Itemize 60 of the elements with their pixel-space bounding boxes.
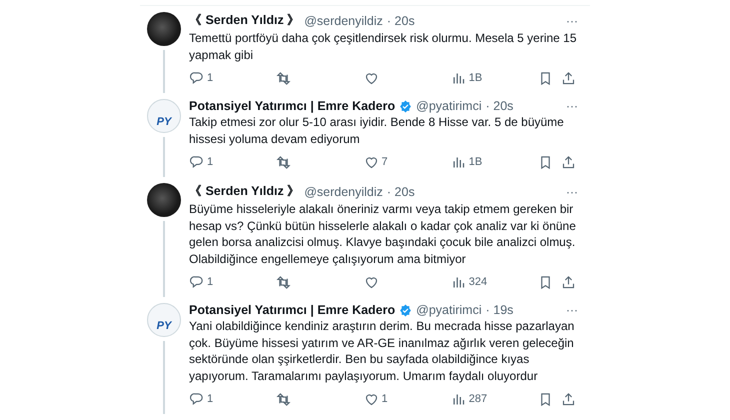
views-icon[interactable] (450, 392, 466, 406)
author-name[interactable]: 《 Serden Yıldız 》 (189, 183, 300, 200)
avatar-photo[interactable] (147, 12, 181, 46)
like-icon[interactable] (364, 70, 378, 86)
reply-icon[interactable] (189, 392, 204, 406)
reply-icon[interactable] (189, 274, 204, 290)
bookmark-icon[interactable] (538, 70, 553, 86)
post-time[interactable]: · 20s (386, 14, 415, 28)
like-icon[interactable] (364, 392, 378, 406)
post-time[interactable]: · 20s (386, 184, 415, 198)
like-icon[interactable] (364, 274, 378, 290)
view-count: 324 (468, 276, 488, 288)
repost-icon[interactable] (276, 392, 292, 406)
bookmark-icon[interactable] (538, 392, 553, 406)
repost-icon[interactable] (276, 154, 292, 170)
reply-icon[interactable] (189, 70, 204, 86)
view-count: 1B (468, 156, 482, 168)
author-name[interactable]: Potansiyel Yatırımcı | Emre Kadero (189, 303, 396, 317)
views-icon[interactable] (450, 70, 466, 86)
like-icon[interactable] (364, 154, 378, 170)
author-name[interactable]: Potansiyel Yatırımcı | Emre Kadero (189, 99, 396, 113)
post-time[interactable]: · 20s (486, 99, 514, 113)
avatar-text: PY (156, 116, 172, 128)
bookmark-icon[interactable] (538, 274, 553, 290)
more-options-button[interactable]: ··· (566, 99, 578, 113)
view-count: 287 (468, 393, 488, 405)
post-text: Yani olabildiğince kendiniz araştırın derim. Bu mecrada hisse pazarlayan çok. Büyüme hissesi yatırım ve AR-GE inanılmaz ağırlık veren geleceğin sektöründe olan şşirketlerdir. Ben bu sayfada olabildiğince kıyas yapıyorum. Taramalarımı paylaşıyorum. Umarım faydalı oluyordur (189, 318, 576, 384)
reply-count: 1 (207, 156, 214, 168)
post-text: Takip etmesi zor olur 5-10 arası iyidir. Bende 8 Hisse var. 5 de büyüme hissesi yoluma devam ediyorum (189, 114, 565, 147)
author-handle[interactable]: @pyatirimci (416, 99, 482, 113)
avatar-logo[interactable]: PY (147, 99, 181, 133)
repost-icon[interactable] (276, 70, 292, 86)
share-icon[interactable] (561, 154, 576, 170)
post-text: Temettü portföyü daha çok çeşitlendirsek risk olurmu. Mesela 5 yerine 15 yapmak gibi (189, 30, 578, 63)
post-text: Büyüme hisseleriyle alakalı öneriniz varmı veya takip etmem gereken bir hesap vs? Çünkü bütün hisselerle alakalı o kadar çok analiz var ki önüne gelen borsa analizcisi olmuş. Klavye başındaki çocuk bile analizci olmuş. Olabildiğince engellemeye çalışıyorum ama bitmiyor (189, 201, 577, 267)
avatar-photo[interactable] (147, 183, 181, 217)
author-handle[interactable]: @serdenyildiz (304, 14, 383, 28)
reply-count: 1 (207, 276, 214, 288)
views-icon[interactable] (450, 154, 466, 170)
reply-count: 1 (207, 393, 214, 405)
more-options-button[interactable]: ··· (566, 303, 578, 317)
author-name[interactable]: 《 Serden Yıldız 》 (189, 12, 300, 29)
more-options-button[interactable]: ··· (566, 14, 578, 28)
share-icon[interactable] (561, 70, 576, 86)
bookmark-icon[interactable] (538, 154, 553, 170)
author-handle[interactable]: @serdenyildiz (304, 184, 383, 198)
author-handle[interactable]: @pyatirimci (416, 303, 482, 317)
view-count: 1B (468, 72, 482, 84)
more-options-button[interactable]: ··· (566, 184, 578, 198)
views-icon[interactable] (450, 274, 466, 290)
like-count: 7 (382, 156, 388, 168)
like-count: 1 (382, 393, 388, 405)
share-icon[interactable] (561, 392, 576, 406)
avatar-logo[interactable]: PY (147, 303, 181, 337)
reply-icon[interactable] (189, 154, 204, 170)
repost-icon[interactable] (276, 274, 292, 290)
reply-count: 1 (207, 72, 214, 84)
avatar-text: PY (156, 320, 172, 332)
share-icon[interactable] (561, 274, 576, 290)
post-time[interactable]: · 19s (486, 303, 514, 317)
